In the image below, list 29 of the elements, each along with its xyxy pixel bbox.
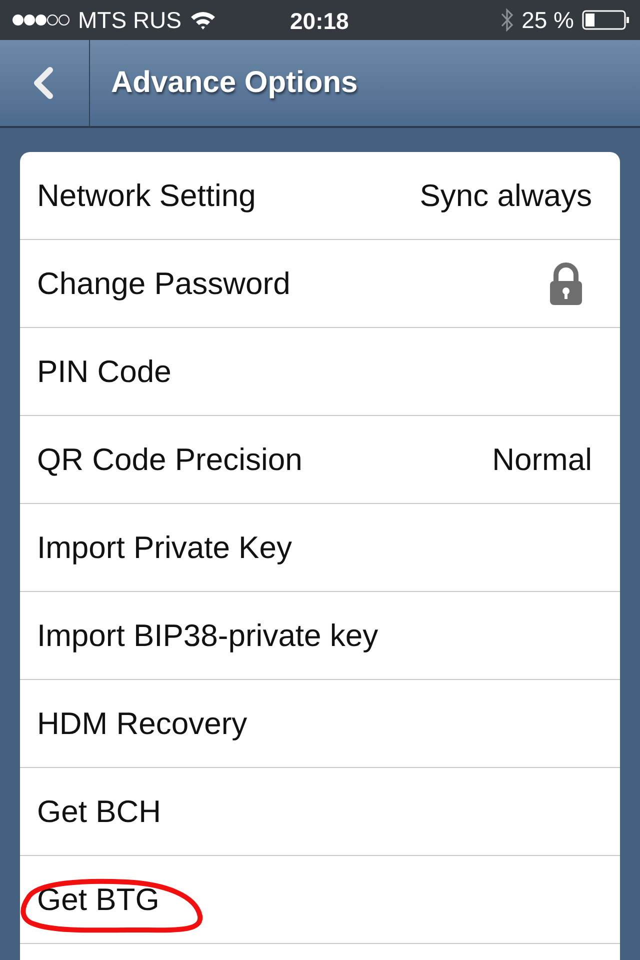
- setting-label: QR Code Precision: [37, 442, 302, 478]
- clock-time: 20:18: [290, 8, 349, 35]
- setting-value: Sync always: [420, 178, 592, 214]
- wifi-icon: [190, 10, 216, 30]
- bluetooth-icon: [500, 8, 514, 32]
- setting-value: Normal: [492, 442, 592, 478]
- setting-label: HDM Recovery: [37, 706, 248, 742]
- settings-row[interactable]: Network Setting Sync always: [20, 152, 620, 240]
- settings-row[interactable]: QR Code Precision Normal: [20, 416, 620, 504]
- settings-row[interactable]: PIN Code: [20, 328, 620, 416]
- carrier-name: MTS RUS: [78, 6, 182, 34]
- settings-row[interactable]: Change Password: [20, 240, 620, 328]
- setting-label: Get BCH: [37, 794, 162, 830]
- setting-label: Network Setting: [37, 178, 256, 214]
- settings-row[interactable]: Import Private Key: [20, 504, 620, 592]
- setting-label: Import BIP38-private key: [37, 618, 378, 654]
- settings-row[interactable]: Get BTG: [20, 856, 620, 944]
- screen-title: Advance Options: [111, 66, 358, 100]
- setting-label: Import Private Key: [37, 530, 292, 566]
- setting-label: Get BTG: [37, 882, 160, 918]
- setting-label: PIN Code: [37, 354, 172, 390]
- settings-row[interactable]: Get BCH: [20, 768, 620, 856]
- signal-icon: [12, 13, 70, 27]
- settings-row[interactable]: HDM Recovery: [20, 680, 620, 768]
- lock-icon: [548, 262, 584, 306]
- setting-label: Change Password: [37, 266, 290, 302]
- battery-percent: 25 %: [522, 6, 574, 34]
- settings-row[interactable]: Import BIP38-private key: [20, 592, 620, 680]
- battery-icon: [582, 10, 630, 30]
